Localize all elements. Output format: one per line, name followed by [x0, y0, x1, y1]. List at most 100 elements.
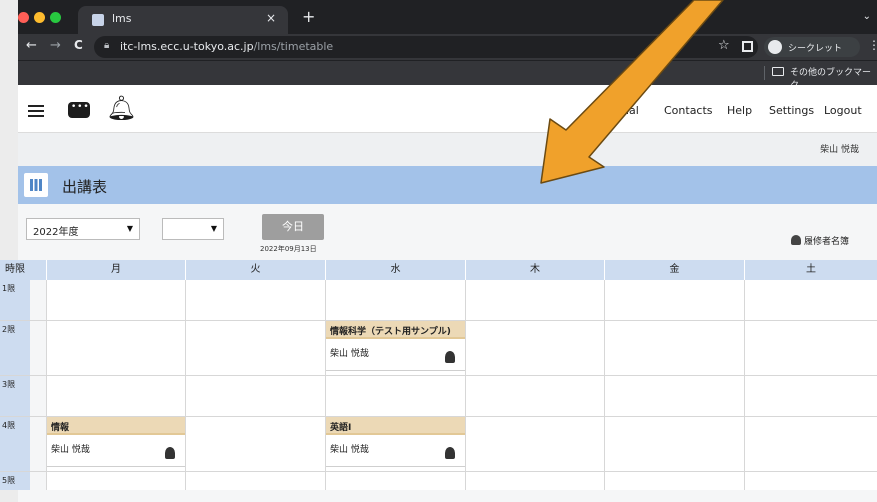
url-text: itc-lms.ecc.u-tokyo.ac.jp/lms/timetable: [120, 40, 333, 53]
roster-label: 履修者名簿: [803, 237, 849, 247]
lock-icon: 🔒︎: [104, 40, 110, 51]
incognito-badge[interactable]: シークレット: [764, 37, 860, 57]
timetable-cell[interactable]: [46, 280, 185, 320]
timetable-cell[interactable]: [604, 376, 744, 416]
screenshot-frame: lms × + ⌄ ← → C 🔒︎ itc-lms.ecc.u-tokyo.a…: [0, 0, 877, 502]
timetable-cell[interactable]: [46, 321, 185, 375]
timetable-cell[interactable]: [185, 280, 325, 320]
term-select[interactable]: ▼: [162, 218, 224, 240]
table-row: 2限 情報科学（テスト用サンプル) 柴山 悦哉: [0, 321, 877, 376]
year-select-value: 2022年度: [33, 227, 79, 238]
course-teacher: 柴山 悦哉: [326, 339, 465, 371]
bell-icon[interactable]: 🔔︎: [106, 94, 136, 122]
today-date: 2022年09月13日: [260, 245, 317, 253]
course-name[interactable]: 情報科学（テスト用サンプル): [326, 321, 465, 339]
course-card[interactable]: 英語Ⅰ 柴山 悦哉: [326, 417, 465, 467]
timetable-controls: 2022年度 ▼ ▼ 今日 2022年09月13日 履修者名簿: [18, 204, 877, 260]
period-label: 3限: [0, 376, 30, 416]
minimize-window-button[interactable]: [34, 12, 45, 23]
new-tab-icon[interactable]: +: [302, 7, 315, 26]
help-link[interactable]: Help: [727, 104, 752, 117]
timetable-cell: 情報 柴山 悦哉: [46, 417, 185, 471]
table-row: 5限: [0, 472, 877, 490]
side-panel-icon[interactable]: [742, 41, 753, 52]
timetable-cell[interactable]: [604, 472, 744, 490]
timetable-cell[interactable]: [185, 376, 325, 416]
favicon-icon: [92, 14, 104, 26]
timetable-cell[interactable]: [46, 472, 185, 490]
lms-app: 🔔︎ ual Contacts Help Settings Logout 柴山 …: [0, 85, 877, 502]
day-header-tue: 火: [185, 260, 325, 280]
timetable-cell[interactable]: [744, 321, 877, 375]
period-label: 1限: [0, 280, 30, 320]
chevron-down-icon[interactable]: ⌄: [863, 11, 871, 22]
timetable-cell[interactable]: [465, 280, 604, 320]
browser-menu-icon[interactable]: ⋮: [868, 38, 877, 52]
timetable-cell[interactable]: [325, 280, 465, 320]
contacts-link[interactable]: Contacts: [664, 104, 713, 117]
timetable-cell[interactable]: [465, 376, 604, 416]
page-title: 出講表: [62, 178, 108, 196]
person-icon[interactable]: [165, 447, 175, 459]
user-name: 柴山 悦哉: [820, 145, 859, 155]
timetable-cell[interactable]: [325, 376, 465, 416]
timetable-cell[interactable]: [465, 321, 604, 375]
course-name[interactable]: 英語Ⅰ: [326, 417, 465, 435]
timetable-cell[interactable]: [185, 417, 325, 471]
timetable-cell[interactable]: [465, 472, 604, 490]
timetable-cell[interactable]: [744, 280, 877, 320]
address-bar[interactable]: 🔒︎ itc-lms.ecc.u-tokyo.ac.jp/lms/timetab…: [94, 36, 758, 58]
timetable-cell[interactable]: [185, 472, 325, 490]
teacher-name: 柴山 悦哉: [330, 445, 369, 455]
incognito-icon: [768, 40, 782, 54]
browser-tab[interactable]: lms ×: [78, 6, 288, 34]
close-window-button[interactable]: [18, 12, 29, 23]
timetable-cell[interactable]: [465, 417, 604, 471]
manual-link[interactable]: ual: [622, 104, 639, 117]
period-label: 2限: [0, 321, 30, 375]
hamburger-menu-icon[interactable]: [28, 105, 44, 117]
bookmark-star-icon[interactable]: ☆: [718, 38, 730, 53]
message-icon[interactable]: [68, 102, 90, 118]
timetable-cell[interactable]: [744, 376, 877, 416]
caret-down-icon: ▼: [126, 224, 133, 233]
course-name[interactable]: 情報: [47, 417, 185, 435]
period-label: 5限: [0, 472, 30, 490]
forward-icon[interactable]: →: [50, 38, 61, 53]
person-icon[interactable]: [445, 351, 455, 363]
page-title-bar: 出講表: [18, 166, 877, 204]
timetable-cell[interactable]: [185, 321, 325, 375]
timetable-cell[interactable]: [325, 472, 465, 490]
timetable-cell[interactable]: [604, 280, 744, 320]
timetable-cell[interactable]: [744, 417, 877, 471]
folder-icon: [772, 67, 784, 76]
course-card[interactable]: 情報科学（テスト用サンプル) 柴山 悦哉: [326, 321, 465, 371]
student-roster-link[interactable]: 履修者名簿: [790, 234, 849, 247]
timetable-cell[interactable]: [46, 376, 185, 416]
course-card[interactable]: 情報 柴山 悦哉: [47, 417, 185, 467]
day-header-fri: 金: [604, 260, 744, 280]
timetable-cell[interactable]: [604, 321, 744, 375]
year-select[interactable]: 2022年度 ▼: [26, 218, 140, 240]
day-header-wed: 水: [325, 260, 465, 280]
caret-down-icon: ▼: [210, 224, 217, 233]
course-teacher: 柴山 悦哉: [326, 435, 465, 467]
user-bar: 柴山 悦哉: [18, 133, 877, 166]
settings-link[interactable]: Settings: [769, 104, 814, 117]
maximize-window-button[interactable]: [50, 12, 61, 23]
app-header: 🔔︎ ual Contacts Help Settings Logout: [18, 85, 877, 133]
day-header-sat: 土: [744, 260, 877, 280]
browser-chrome: lms × + ⌄ ← → C 🔒︎ itc-lms.ecc.u-tokyo.a…: [18, 0, 877, 91]
period-header: 時限: [5, 264, 25, 275]
person-icon[interactable]: [445, 447, 455, 459]
timetable-cell[interactable]: [744, 472, 877, 490]
reload-icon[interactable]: C: [74, 38, 83, 52]
table-row: 4限 情報 柴山 悦哉 英語Ⅰ 柴山 悦哉: [0, 417, 877, 472]
logout-link[interactable]: Logout: [824, 104, 862, 117]
timetable-cell[interactable]: [604, 417, 744, 471]
day-header-thu: 木: [465, 260, 604, 280]
today-button[interactable]: 今日: [262, 214, 324, 240]
back-icon[interactable]: ←: [26, 38, 37, 53]
close-tab-icon[interactable]: ×: [266, 11, 276, 25]
teacher-name: 柴山 悦哉: [51, 445, 90, 455]
